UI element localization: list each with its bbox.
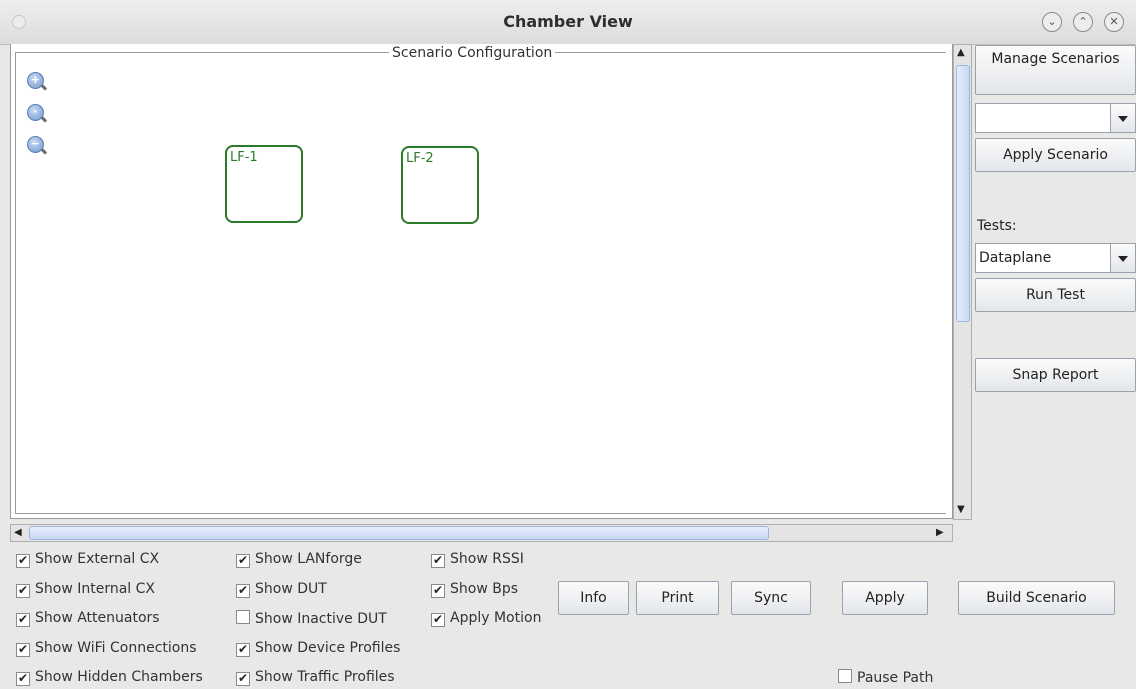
build-scenario-button[interactable]: Build Scenario <box>958 581 1115 615</box>
window-title: Chamber View <box>503 12 633 31</box>
scroll-right-icon[interactable]: ▶ <box>936 528 944 538</box>
checkbox-show-device-profiles[interactable]: ✔ Show Device Profiles <box>236 640 400 660</box>
checkbox-label: Show Bps <box>450 581 519 597</box>
info-button[interactable]: Info <box>558 581 629 615</box>
checkbox-label: Show RSSI <box>450 551 524 567</box>
horizontal-scrollbar[interactable]: ◀ ▶ <box>10 524 953 542</box>
scenario-canvas[interactable]: Scenario Configuration + · − LF-1 LF-2 <box>10 44 953 519</box>
checkbox-box[interactable]: ✔ <box>431 554 445 568</box>
checkbox-show-traffic-profiles[interactable]: ✔ Show Traffic Profiles <box>236 669 395 689</box>
minimize-icon[interactable]: ⌄ <box>1042 12 1062 32</box>
checkbox-pause-path[interactable]: Pause Path <box>838 669 933 689</box>
checkbox-label: Show Device Profiles <box>255 640 401 656</box>
checkbox-show-rssi[interactable]: ✔ Show RSSI <box>431 551 524 571</box>
manage-scenarios-button[interactable]: Manage Scenarios <box>975 45 1136 95</box>
checkbox-label: Show DUT <box>255 581 327 597</box>
apply-scenario-button[interactable]: Apply Scenario <box>975 138 1136 172</box>
chevron-down-icon[interactable] <box>1110 104 1135 132</box>
chamber-node-lf-1[interactable]: LF-1 <box>225 145 303 223</box>
chamber-node-label: LF-1 <box>230 150 258 165</box>
checkbox-box[interactable]: ✔ <box>236 554 250 568</box>
checkbox-show-hidden-chambers[interactable]: ✔ Show Hidden Chambers <box>16 669 203 689</box>
zoom-reset-icon[interactable]: · <box>27 104 44 121</box>
chamber-node-lf-2[interactable]: LF-2 <box>401 146 479 224</box>
tests-label: Tests: <box>977 218 1017 234</box>
checkbox-box[interactable]: ✔ <box>16 584 30 598</box>
checkbox-label: Show Attenuators <box>35 610 160 626</box>
checkbox-show-external-cx[interactable]: ✔ Show External CX <box>16 551 159 571</box>
checkbox-box[interactable]: ✔ <box>431 613 445 627</box>
checkbox-label: Show External CX <box>35 551 160 567</box>
checkbox-label: Show WiFi Connections <box>35 640 197 656</box>
checkbox-label: Apply Motion <box>450 610 542 626</box>
vertical-scrollbar[interactable]: ▲ ▼ <box>953 44 972 520</box>
chevron-down-icon[interactable] <box>1110 244 1135 272</box>
checkbox-label: Show Internal CX <box>35 581 155 597</box>
run-test-button[interactable]: Run Test <box>975 278 1136 312</box>
scroll-up-icon[interactable]: ▲ <box>957 48 965 58</box>
checkbox-show-bps[interactable]: ✔ Show Bps <box>431 581 518 601</box>
zoom-out-icon[interactable]: − <box>27 136 44 153</box>
checkbox-box[interactable] <box>838 669 852 683</box>
checkbox-label: Pause Path <box>857 670 934 686</box>
tests-select[interactable]: Dataplane <box>975 243 1136 273</box>
checkbox-label: Show Hidden Chambers <box>35 669 203 685</box>
checkbox-show-wifi-connections[interactable]: ✔ Show WiFi Connections <box>16 640 197 660</box>
scenario-group-title: Scenario Configuration <box>389 45 556 61</box>
checkbox-box[interactable]: ✔ <box>16 672 30 686</box>
maximize-icon[interactable]: ⌃ <box>1073 12 1093 32</box>
snap-report-button[interactable]: Snap Report <box>975 358 1136 392</box>
checkbox-show-internal-cx[interactable]: ✔ Show Internal CX <box>16 581 155 601</box>
title-bar: Chamber View ⌄ ⌃ ✕ <box>0 0 1136 45</box>
apply-button[interactable]: Apply <box>842 581 928 615</box>
checkbox-box[interactable]: ✔ <box>16 613 30 627</box>
checkbox-box[interactable]: ✔ <box>16 643 30 657</box>
checkbox-label: Show Inactive DUT <box>255 611 387 627</box>
checkbox-box[interactable]: ✔ <box>236 672 250 686</box>
checkbox-show-attenuators[interactable]: ✔ Show Attenuators <box>16 610 160 630</box>
scroll-down-icon[interactable]: ▼ <box>957 505 965 515</box>
vertical-scroll-thumb[interactable] <box>956 65 970 322</box>
horizontal-scroll-thumb[interactable] <box>29 526 769 540</box>
checkbox-box[interactable]: ✔ <box>236 643 250 657</box>
checkbox-apply-motion[interactable]: ✔ Apply Motion <box>431 610 541 630</box>
zoom-in-icon[interactable]: + <box>27 72 44 89</box>
close-icon[interactable]: ✕ <box>1104 12 1124 32</box>
sync-button[interactable]: Sync <box>731 581 811 615</box>
checkbox-show-lanforge[interactable]: ✔ Show LANforge <box>236 551 362 571</box>
checkbox-box[interactable]: ✔ <box>16 554 30 568</box>
checkbox-label: Show Traffic Profiles <box>255 669 395 685</box>
checkbox-box[interactable]: ✔ <box>431 584 445 598</box>
checkbox-box[interactable] <box>236 610 250 624</box>
print-button[interactable]: Print <box>636 581 719 615</box>
scenario-group-border <box>15 52 946 514</box>
checkbox-box[interactable]: ✔ <box>236 584 250 598</box>
scenario-select[interactable] <box>975 103 1136 133</box>
checkbox-show-dut[interactable]: ✔ Show DUT <box>236 581 327 601</box>
chamber-node-label: LF-2 <box>406 151 434 166</box>
scroll-left-icon[interactable]: ◀ <box>14 528 22 538</box>
checkbox-show-inactive-dut[interactable]: Show Inactive DUT <box>236 610 387 630</box>
tests-select-value: Dataplane <box>979 250 1052 266</box>
checkbox-label: Show LANforge <box>255 551 362 567</box>
